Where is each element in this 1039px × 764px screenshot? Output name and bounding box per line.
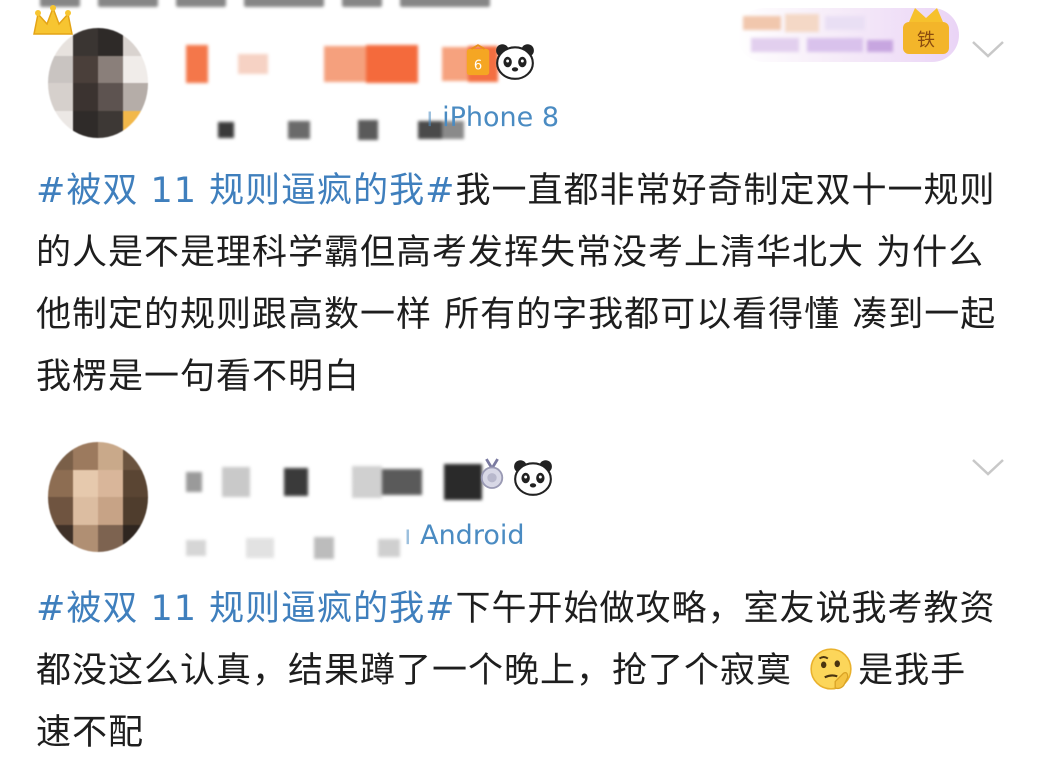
svg-text:6: 6 (474, 58, 482, 73)
post-body: #被双 11 规则逼疯的我#我一直都非常好奇制定双十一规则的人是不是理科学霸但高… (36, 160, 1006, 408)
topic-link[interactable]: #被双 11 规则逼疯的我# (36, 589, 455, 629)
previous-post-remnant (40, 0, 560, 8)
topic-link[interactable]: #被双 11 规则逼疯的我# (36, 171, 455, 211)
user-avatar[interactable] (48, 442, 148, 552)
vip-badge-icon: 6 (466, 44, 490, 76)
username[interactable] (186, 44, 498, 84)
thinking-emoji-icon (810, 648, 852, 690)
chevron-down-icon[interactable] (970, 456, 1006, 478)
post-time (186, 534, 400, 562)
fan-badge[interactable]: 铁 (737, 8, 959, 62)
svg-text:铁: 铁 (917, 30, 935, 51)
post-source[interactable]: ı iPhone 8 (426, 102, 559, 133)
panda-icon (514, 460, 552, 496)
username[interactable] (186, 462, 482, 502)
medal-icon (480, 458, 504, 489)
panda-icon (496, 44, 534, 80)
post-source[interactable]: ı Android (404, 520, 524, 551)
post-body: #被双 11 规则逼疯的我#下午开始做攻略，室友说我考教资都没这么认真，结果蹲了… (36, 578, 996, 764)
fan-badge-icon: 铁 (903, 8, 949, 54)
user-avatar[interactable] (48, 28, 148, 138)
chevron-down-icon[interactable] (970, 38, 1006, 60)
crown-icon (33, 5, 73, 35)
